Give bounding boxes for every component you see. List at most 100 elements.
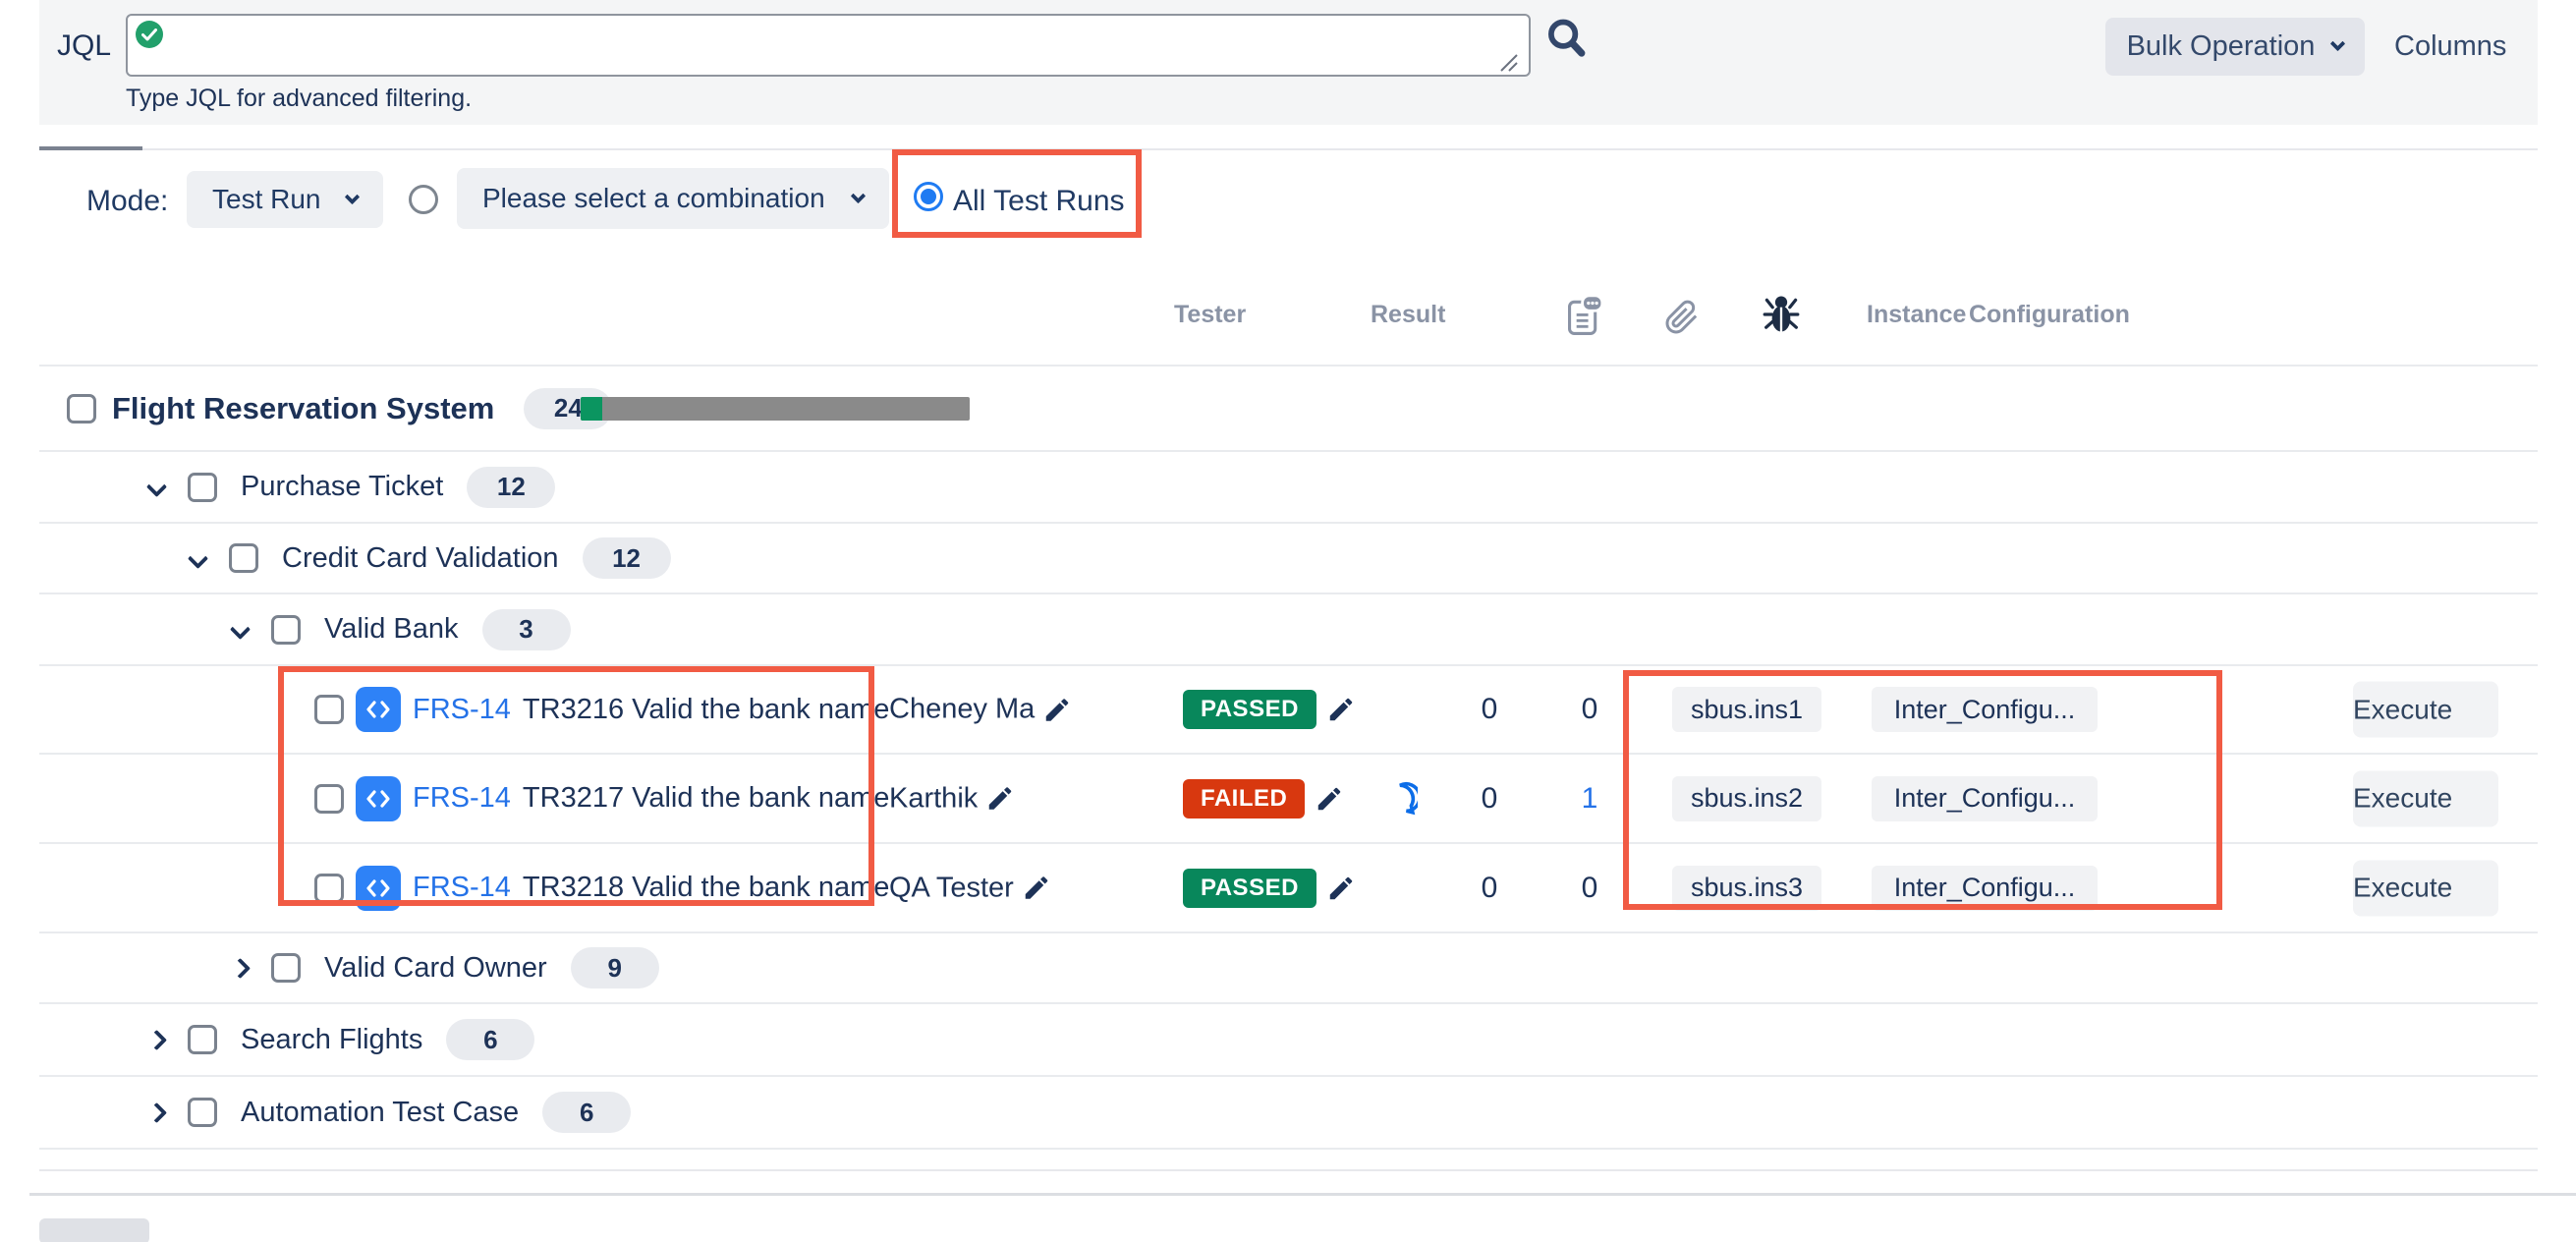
all-test-runs-radio[interactable]: [914, 182, 943, 211]
edit-result-icon[interactable]: [1326, 695, 1356, 724]
project-checkbox[interactable]: [67, 394, 96, 423]
edit-tester-icon[interactable]: [1022, 874, 1051, 903]
test-run-title: TR3216 Valid the bank name: [523, 694, 889, 726]
group-checkbox[interactable]: [271, 615, 301, 645]
progress-bar-passed: [581, 397, 602, 421]
result-badge[interactable]: PASSED: [1183, 869, 1316, 908]
group-label: Valid Bank: [324, 613, 459, 646]
edit-result-icon[interactable]: [1315, 784, 1344, 814]
code-brackets-icon: [356, 687, 401, 732]
chevron-down-icon: [345, 189, 361, 204]
execute-button[interactable]: Execute: [2353, 770, 2498, 826]
table-row-group: Valid Bank 3: [39, 594, 2538, 666]
count-badge: 3: [482, 609, 571, 650]
group-checkbox[interactable]: [229, 543, 258, 573]
result-badge[interactable]: PASSED: [1183, 690, 1316, 729]
test-run-title: TR3217 Valid the bank name: [523, 782, 889, 815]
row-checkbox[interactable]: [314, 695, 344, 724]
columns-label: Columns: [2394, 30, 2506, 63]
result-cell: PASSED: [1183, 690, 1356, 729]
bug-icon: [1763, 293, 1800, 336]
tester-name: QA Tester: [889, 872, 1014, 904]
group-checkbox[interactable]: [188, 473, 217, 502]
group-label: Credit Card Validation: [282, 542, 559, 575]
combination-radio[interactable]: [409, 185, 438, 214]
test-run-name-cell: FRS-14 TR3218 Valid the bank name: [314, 866, 889, 911]
count-badge: 12: [583, 537, 671, 579]
table-row-test-run: FRS-14 TR3217 Valid the bank name Karthi…: [39, 755, 2538, 844]
bulk-operation-button[interactable]: Bulk Operation: [2105, 18, 2365, 76]
column-header-result: Result: [1371, 301, 1445, 329]
test-run-name-cell: FRS-14 TR3217 Valid the bank name: [314, 776, 889, 821]
tester-cell: QA Tester: [889, 872, 1051, 904]
test-run-title: TR3218 Valid the bank name: [523, 872, 889, 904]
check-circle-icon: [136, 21, 163, 48]
column-header-instance: Instance: [1867, 301, 1966, 329]
group-checkbox[interactable]: [271, 953, 301, 983]
table-bottom-divider: [39, 1169, 2538, 1171]
mode-select[interactable]: Test Run: [187, 171, 383, 228]
all-test-runs-label: All Test Runs: [953, 185, 1125, 218]
issue-key-link[interactable]: FRS-14: [413, 872, 511, 904]
tester-cell: Cheney Ma: [889, 694, 1072, 726]
section-divider: [39, 148, 2538, 150]
paperclip-icon: [1664, 299, 1700, 336]
group-label: Search Flights: [241, 1024, 422, 1056]
chevron-down-icon[interactable]: [188, 547, 208, 568]
group-label: Automation Test Case: [241, 1097, 519, 1129]
edit-result-icon[interactable]: [1326, 874, 1356, 903]
group-label: Valid Card Owner: [324, 952, 547, 985]
chevron-right-icon[interactable]: [146, 1029, 167, 1049]
chevron-down-icon[interactable]: [146, 477, 167, 497]
mode-label: Mode:: [86, 185, 168, 218]
result-badge[interactable]: FAILED: [1183, 779, 1305, 819]
resize-handle-icon[interactable]: [1497, 51, 1519, 73]
result-cell: PASSED: [1183, 869, 1356, 908]
defect-count-link[interactable]: 1: [1550, 782, 1629, 816]
jql-input[interactable]: [126, 14, 1531, 77]
execute-button[interactable]: Execute: [2353, 860, 2498, 916]
defect-count: 0: [1550, 872, 1629, 905]
columns-button[interactable]: Columns: [2394, 18, 2506, 76]
configuration-chip: Inter_Configu...: [1872, 687, 2098, 732]
combination-select[interactable]: Please select a combination: [457, 168, 889, 229]
code-brackets-icon: [356, 866, 401, 911]
table-row-group: Valid Card Owner 9: [39, 933, 2538, 1004]
tester-cell: Karthik: [889, 782, 1015, 815]
table-row-group: Automation Test Case 6: [39, 1077, 2538, 1150]
chevron-down-icon[interactable]: [230, 619, 251, 640]
page-bottom-divider: [29, 1193, 2576, 1196]
issue-key-link[interactable]: FRS-14: [413, 694, 511, 726]
table-row-group: Purchase Ticket 12: [39, 452, 2538, 524]
progress-bar: [581, 397, 970, 421]
instance-chip: sbus.ins3: [1672, 866, 1821, 911]
jql-help-text: Type JQL for advanced filtering.: [126, 85, 472, 113]
attachment-count: 0: [1450, 693, 1529, 726]
edit-tester-icon[interactable]: [985, 784, 1015, 814]
tester-name: Karthik: [889, 782, 978, 815]
search-icon[interactable]: [1544, 16, 1588, 61]
group-checkbox[interactable]: [188, 1098, 217, 1127]
table-row-group: Search Flights 6: [39, 1004, 2538, 1077]
group-checkbox[interactable]: [188, 1025, 217, 1054]
attachment-count: 0: [1450, 782, 1529, 816]
divider-accent: [39, 146, 142, 150]
edit-tester-icon[interactable]: [1042, 695, 1072, 724]
table-row-test-run: FRS-14 TR3216 Valid the bank name Cheney…: [39, 666, 2538, 755]
mode-select-value: Test Run: [212, 184, 321, 215]
attachment-count: 0: [1450, 872, 1529, 905]
project-label: Flight Reservation System: [112, 391, 494, 426]
comment-bubble-icon[interactable]: [1382, 781, 1418, 817]
tester-name: Cheney Ma: [889, 694, 1035, 726]
table-row-group: Credit Card Validation 12: [39, 524, 2538, 594]
document-comment-icon: [1566, 295, 1603, 336]
chevron-right-icon[interactable]: [230, 957, 251, 978]
row-checkbox[interactable]: [314, 784, 344, 814]
chevron-right-icon[interactable]: [146, 1101, 167, 1122]
issue-key-link[interactable]: FRS-14: [413, 782, 511, 815]
execute-button[interactable]: Execute: [2353, 682, 2498, 738]
partial-button[interactable]: [39, 1218, 149, 1242]
row-checkbox[interactable]: [314, 874, 344, 903]
column-header-configuration: Configuration: [1969, 301, 2130, 329]
defect-count: 0: [1550, 693, 1629, 726]
